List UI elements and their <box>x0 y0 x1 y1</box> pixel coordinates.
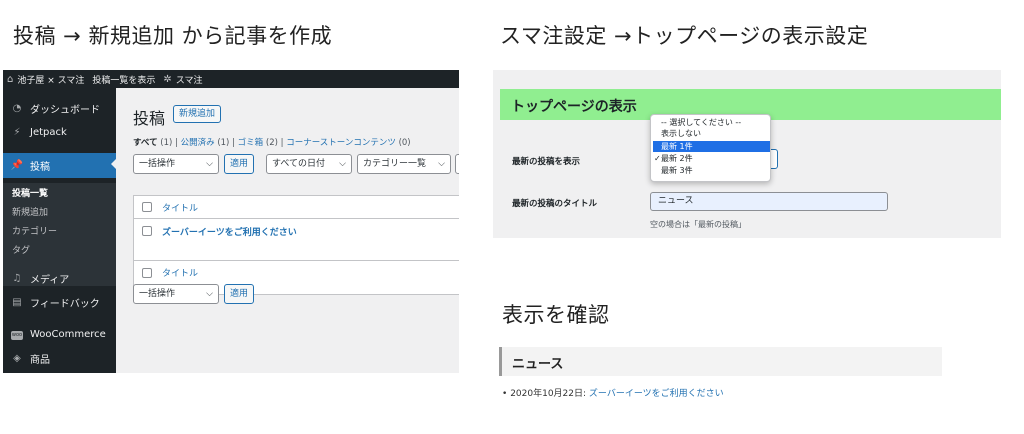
admin-bar-plugin-label: スマ注 <box>175 75 203 86</box>
bulk-action-select-top[interactable]: 一括操作 ⌵ <box>133 154 219 174</box>
post-title-link[interactable]: ズーバーイーツをご利用ください <box>162 225 297 238</box>
date-filter-select[interactable]: すべての日付 ⌵ <box>266 154 352 174</box>
preview-list-item: • 2020年10月22日: ズーバーイーツをご利用ください <box>502 386 724 399</box>
chevron-down-icon: ⌵ <box>339 159 346 169</box>
status-published-count: (1) <box>217 138 230 148</box>
sidebar-label-products: 商品 <box>30 354 50 366</box>
status-cornerstone-link[interactable]: コーナーストーンコンテンツ <box>286 138 396 148</box>
admin-bar-home[interactable]: ⌂ 池子屋 × スマ注 <box>7 73 84 86</box>
chevron-down-icon: ⌵ <box>438 159 445 169</box>
sidebar-item-posts[interactable]: 📌 投稿 <box>3 153 116 178</box>
admin-bar-site: 池子屋 × スマ注 <box>17 75 85 86</box>
pin-icon: 📌 <box>10 160 24 171</box>
column-title-footer[interactable]: タイトル <box>162 266 198 279</box>
option-latest-1[interactable]: 最新 1件 <box>653 141 770 152</box>
status-trash-link[interactable]: ゴミ箱 <box>238 138 264 148</box>
option-latest-2[interactable]: ✓ 最新 2件 <box>653 153 770 164</box>
admin-bar-view-posts[interactable]: 投稿一覧を表示 <box>92 73 155 86</box>
sidebar-label-woocommerce: WooCommerce <box>30 328 106 340</box>
gear-icon: ✲ <box>163 73 172 85</box>
admin-sidebar: ◔ ダッシュボード ⚡ Jetpack 📌 投稿 投稿一覧 新規追加 カテゴリー… <box>3 88 116 373</box>
heading-create-post: 投稿 → 新規追加 から記事を作成 <box>13 24 333 48</box>
option-latest-2-label: 最新 2件 <box>661 154 693 163</box>
show-latest-label: 最新の投稿を表示 <box>512 157 581 167</box>
bulk-action-value: 一括操作 <box>139 159 176 169</box>
select-all-checkbox-footer[interactable] <box>142 267 152 278</box>
latest-title-label: 最新の投稿のタイトル <box>512 199 598 209</box>
media-icon: ♫ <box>12 272 22 284</box>
option-placeholder[interactable]: -- 選択してください -- <box>653 117 770 128</box>
products-icon: ◈ <box>13 352 21 364</box>
preview-post-link[interactable]: ズーバーイーツをご利用ください <box>589 389 724 399</box>
bulk-action-value-bottom: 一括操作 <box>139 289 176 299</box>
sidebar-label-dashboard: ダッシュボード <box>30 104 100 116</box>
select-all-checkbox[interactable] <box>142 202 152 212</box>
apply-button-top[interactable]: 適用 <box>224 154 255 174</box>
row-checkbox[interactable] <box>142 226 152 236</box>
category-filter-value: カテゴリー一覧 <box>363 159 427 169</box>
feedback-icon: ▤ <box>12 296 22 308</box>
sidebar-label-media: メディア <box>30 274 70 286</box>
checkmark-icon: ✓ <box>654 154 661 163</box>
category-filter-select[interactable]: カテゴリー一覧 ⌵ <box>357 154 451 174</box>
status-all-link[interactable]: すべて <box>133 138 158 148</box>
bulk-action-select-bottom[interactable]: 一括操作 ⌵ <box>133 284 219 304</box>
sidebar-item-products[interactable]: ◈ 商品 <box>3 347 116 369</box>
sidebar-item-dashboard[interactable]: ◔ ダッシュボード <box>3 97 116 119</box>
sidebar-label-feedback: フィードバック <box>30 298 100 310</box>
preview-date: 2020年10月22日: <box>510 389 587 399</box>
extra-filter-select[interactable] <box>455 154 459 174</box>
apply-button-bottom[interactable]: 適用 <box>224 284 255 304</box>
status-trash-count: (2) <box>265 138 278 148</box>
show-latest-dropdown: -- 選択してください -- 表示しない 最新 1件 ✓ 最新 2件 最新 3件 <box>650 114 771 182</box>
status-published-link[interactable]: 公開済み <box>181 138 215 148</box>
date-filter-value: すべての日付 <box>272 159 326 169</box>
sidebar-sub-all-posts[interactable]: 投稿一覧 <box>3 183 116 202</box>
sidebar-item-jetpack[interactable]: ⚡ Jetpack <box>3 121 116 143</box>
table-footer: タイトル <box>134 260 459 284</box>
chevron-down-icon: ⌵ <box>206 289 213 299</box>
admin-bar: ⌂ 池子屋 × スマ注 投稿一覧を表示 ✲ スマ注 <box>3 70 459 88</box>
posts-table: タイトル ズーバーイーツをご利用ください タイトル <box>133 195 459 295</box>
woocommerce-icon: woo <box>11 331 23 340</box>
table-row: ズーバーイーツをご利用ください <box>134 219 459 243</box>
settings-section-title: トップページの表示 <box>511 99 637 115</box>
status-cornerstone-count: (0) <box>398 138 411 148</box>
jetpack-icon: ⚡ <box>13 126 21 138</box>
admin-bar-plugin[interactable]: ✲ スマ注 <box>163 73 202 86</box>
option-hide[interactable]: 表示しない <box>653 128 770 139</box>
sidebar-item-media[interactable]: ♫ メディア <box>3 267 116 289</box>
home-icon: ⌂ <box>7 73 14 85</box>
chevron-down-icon: ⌵ <box>206 159 213 169</box>
wp-admin-screenshot: ⌂ 池子屋 × スマ注 投稿一覧を表示 ✲ スマ注 ◔ ダッシュボード ⚡ Je… <box>3 70 459 373</box>
dashboard-icon: ◔ <box>12 102 22 114</box>
status-filter-links: すべて (1) | 公開済み (1) | ゴミ箱 (2) | コーナーストーンコ… <box>133 138 411 148</box>
latest-title-input[interactable]: ニュース <box>650 192 888 211</box>
sidebar-item-woocommerce[interactable]: woo WooCommerce <box>3 323 116 345</box>
sidebar-sub-tags[interactable]: タグ <box>3 240 116 259</box>
status-all-count: (1) <box>160 138 173 148</box>
column-title-header[interactable]: タイトル <box>162 201 198 214</box>
sidebar-sub-categories[interactable]: カテゴリー <box>3 221 116 240</box>
sidebar-sub-add-new[interactable]: 新規追加 <box>3 202 116 221</box>
settings-screenshot: トップページの表示 最新の投稿を表示 最新の投稿のタイトル -- 選択してくださ… <box>493 70 1001 238</box>
sidebar-item-feedback[interactable]: ▤ フィードバック <box>3 291 116 313</box>
sidebar-label-jetpack: Jetpack <box>30 126 67 138</box>
latest-title-hint: 空の場合は「最新の投稿」 <box>650 220 746 229</box>
preview-heading-text: ニュース <box>512 357 564 372</box>
heading-confirm: 表示を確認 <box>502 303 610 327</box>
bullet-icon: • <box>502 389 508 399</box>
sidebar-label-posts: 投稿 <box>30 162 50 173</box>
posts-content: 投稿 新規追加 すべて (1) | 公開済み (1) | ゴミ箱 (2) | コ… <box>116 88 459 373</box>
table-header: タイトル <box>134 196 459 219</box>
add-new-button[interactable]: 新規追加 <box>173 105 222 123</box>
page-title: 投稿 <box>133 109 166 128</box>
heading-settings: スマ注設定 →トップページの表示設定 <box>500 24 869 48</box>
option-latest-3[interactable]: 最新 3件 <box>653 165 770 176</box>
preview-widget-heading: ニュース <box>499 347 942 376</box>
